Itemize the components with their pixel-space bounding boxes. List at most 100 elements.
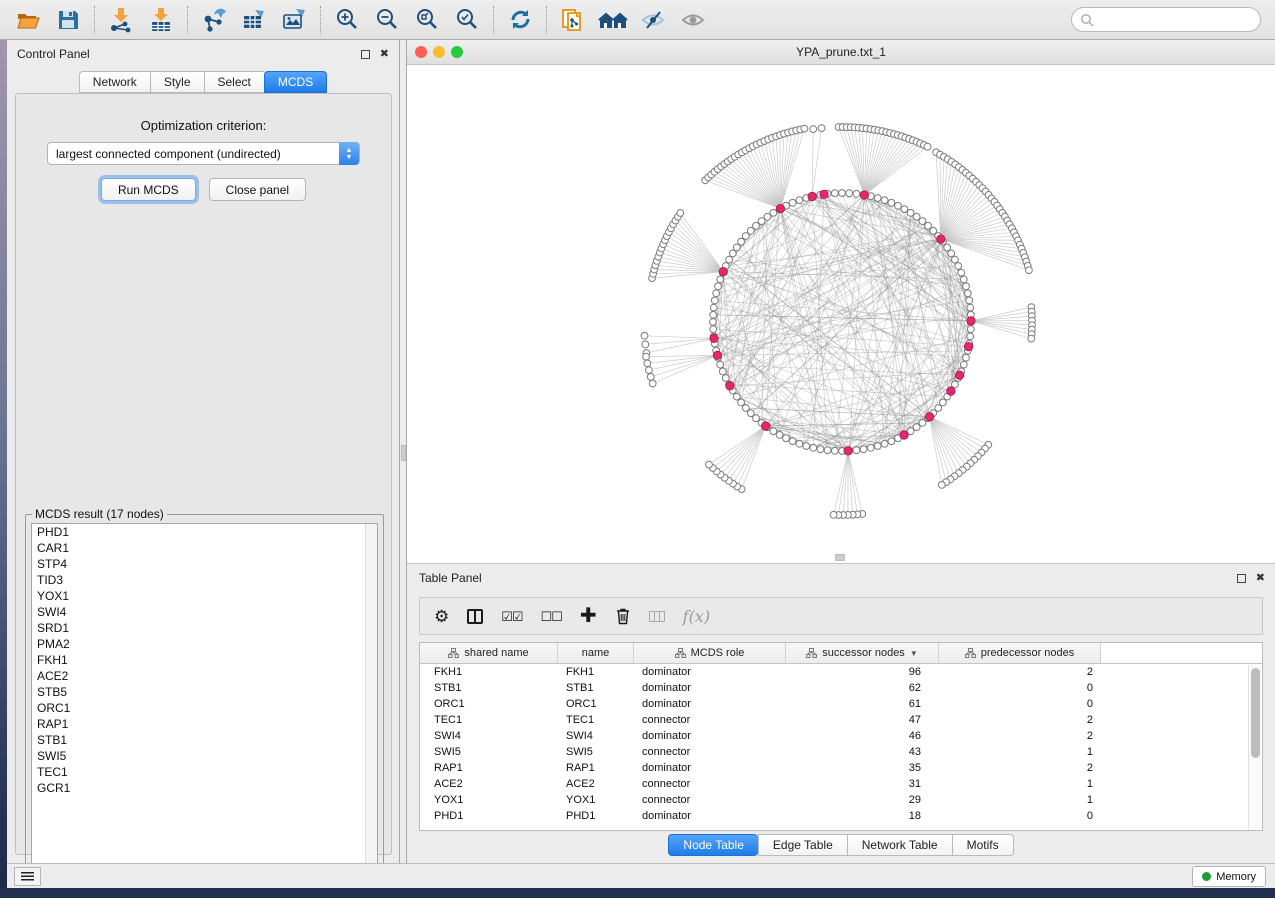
table-scrollbar-thumb[interactable] [1251,668,1260,758]
tab-edge-table[interactable]: Edge Table [758,834,847,856]
import-table-button[interactable] [141,4,181,36]
gear-icon[interactable]: ⚙ [434,608,449,625]
column-header-successor-nodes[interactable]: successor nodes▼ [786,643,939,664]
tab-mcds[interactable]: MCDS [264,71,327,93]
toolbar-separator [493,6,494,34]
tab-network[interactable]: Network [79,71,150,93]
tab-network-table[interactable]: Network Table [847,834,952,856]
import-network-button[interactable] [101,4,141,36]
network-title: YPA_prune.txt_1 [407,45,1275,59]
mcds-result-item[interactable]: STB1 [32,732,377,748]
export-table-button[interactable] [234,4,274,36]
select-all-icon[interactable]: ☑☑ [501,610,522,623]
add-column-icon[interactable]: ✚ [580,606,597,626]
run-mcds-button[interactable]: Run MCDS [101,178,196,201]
search-icon [1080,13,1094,27]
deselect-all-icon[interactable]: ☐☐ [541,610,562,623]
mcds-result-item[interactable]: SWI4 [32,604,377,620]
mcds-result-item[interactable]: ORC1 [32,700,377,716]
table-scrollbar[interactable] [1248,665,1261,830]
control-panel-tabs: Network Style Select MCDS [7,71,399,93]
save-session-icon [57,9,79,31]
mcds-result-item[interactable]: TEC1 [32,764,377,780]
network-hscroll-thumb[interactable] [835,554,845,561]
table-row[interactable]: SWI5SWI5connector431 [420,744,1262,760]
column-layout-icon[interactable] [467,609,483,624]
save-session-button[interactable] [48,4,88,36]
open-file-button[interactable] [8,4,48,36]
vertical-splitter[interactable] [400,40,407,863]
show-all-button[interactable] [673,4,713,36]
function-builder-icon: f(x) [683,607,710,626]
export-image-icon [281,6,308,33]
zoom-out-icon [375,7,400,32]
table-row[interactable]: YOX1YOX1connector291 [420,792,1262,808]
hide-selected-button[interactable] [633,4,673,36]
tab-style[interactable]: Style [150,71,204,93]
clone-network-button[interactable] [553,4,593,36]
tab-select[interactable]: Select [204,71,264,93]
import-table-icon [148,7,174,33]
export-table-icon [241,6,268,33]
first-neighbors-button[interactable] [593,4,633,36]
mcds-result-item[interactable]: SWI5 [32,748,377,764]
mcds-result-item[interactable]: STP4 [32,556,377,572]
mcds-result-item[interactable]: PMA2 [32,636,377,652]
close-panel-button[interactable]: Close panel [209,178,306,201]
mcds-result-item[interactable]: GCR1 [32,780,377,796]
close-panel-icon[interactable]: ✖ [1256,573,1265,584]
search-input[interactable] [1098,13,1248,27]
table-row[interactable]: FKH1FKH1dominator962 [420,664,1262,680]
zoom-selected-button[interactable] [447,4,487,36]
table-row[interactable]: TEC1TEC1connector472 [420,712,1262,728]
zoom-in-button[interactable] [327,4,367,36]
table-tabs: Node Table Edge Table Network Table Moti… [407,834,1275,856]
mcds-result-item[interactable]: RAP1 [32,716,377,732]
mcds-result-item[interactable]: CAR1 [32,540,377,556]
node-table[interactable]: shared namenameMCDS rolesuccessor nodes▼… [419,642,1263,831]
export-image-button[interactable] [274,4,314,36]
mcds-result-item[interactable]: STB5 [32,684,377,700]
zoom-out-button[interactable] [367,4,407,36]
search-box[interactable] [1071,7,1261,32]
refresh-layout-button[interactable] [500,4,540,36]
mcds-list-scrollbar[interactable] [365,524,377,878]
table-row[interactable]: ACE2ACE2connector311 [420,776,1262,792]
network-graph[interactable]: .ring,.leaf{fill:#fff;stroke:#7a7a7a;str… [407,65,1275,562]
mcds-result-item[interactable]: ACE2 [32,668,377,684]
column-header-shared-name[interactable]: shared name [420,643,558,664]
toolbar-separator [546,6,547,34]
delete-column-icon[interactable] [615,607,631,625]
float-panel-icon[interactable] [1237,574,1246,583]
table-row[interactable]: PHD1PHD1dominator180 [420,808,1262,824]
hide-selected-icon [640,9,666,31]
table-row[interactable]: RAP1RAP1dominator352 [420,760,1262,776]
mcds-result-list[interactable]: PHD1CAR1STP4TID3YOX1SWI4SRD1PMA2FKH1ACE2… [31,523,378,879]
mcds-tab-panel: Optimization criterion: largest connecte… [15,93,392,855]
close-panel-icon[interactable]: ✖ [380,49,389,60]
mcds-result-item[interactable]: TID3 [32,572,377,588]
table-row[interactable]: ORC1ORC1dominator610 [420,696,1262,712]
splitter-handle[interactable] [401,445,406,461]
mcds-result-item[interactable]: YOX1 [32,588,377,604]
tab-node-table[interactable]: Node Table [668,834,758,856]
table-row[interactable]: STB1STB1dominator620 [420,680,1262,696]
mcds-result-item[interactable]: SRD1 [32,620,377,636]
zoom-fit-button[interactable] [407,4,447,36]
column-header-MCDS-role[interactable]: MCDS role [634,643,786,664]
table-row[interactable]: SWI4SWI4dominator462 [420,728,1262,744]
mcds-result-item[interactable]: FKH1 [32,652,377,668]
task-history-button[interactable] [14,867,41,886]
import-table-disabled-icon [649,611,665,622]
column-header-name[interactable]: name [558,643,634,664]
optimization-criterion-select[interactable]: largest connected component (undirected)… [47,142,360,165]
tab-motifs[interactable]: Motifs [952,834,1014,856]
network-canvas[interactable]: .ring,.leaf{fill:#fff;stroke:#7a7a7a;str… [407,65,1275,562]
column-header-predecessor-nodes[interactable]: predecessor nodes [939,643,1101,664]
float-panel-icon[interactable] [361,50,370,59]
memory-button[interactable]: Memory [1192,866,1266,887]
mcds-result-item[interactable]: PHD1 [32,524,377,540]
table-panel: Table Panel ✖ ⚙ ☑☑ ☐☐ ✚ f(x) shared name… [407,563,1275,863]
optimization-criterion-label: Optimization criterion: [16,118,391,133]
export-network-button[interactable] [194,4,234,36]
